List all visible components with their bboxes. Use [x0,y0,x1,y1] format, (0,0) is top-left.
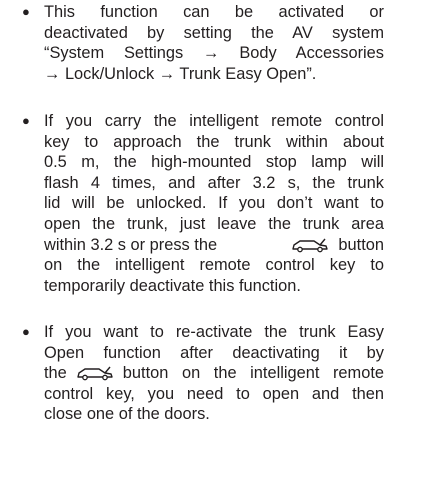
text-line: close one of the doors. [44,405,210,424]
text-line: lid will be unlocked. If you don’t want … [44,194,384,213]
text-segment: button on the intelligent remote [122,364,384,383]
bullet-item-reactivate: ● If you want to re-activate the trunk E… [22,322,384,425]
text-line: flash 4 times, and after 3.2 s, the trun… [44,173,384,192]
text-line: If you carry the intelligent remote cont… [44,112,384,130]
text-line: Open function after deactivating it by [44,343,384,362]
text-line: → Lock/Unlock → Trunk Easy Open”. [44,64,317,83]
bullet-item-approach-unlock: ● If you carry the intelligent remote co… [22,111,384,296]
text-line: temporarily deactivate this function. [44,276,301,295]
text-segment: the [44,364,67,383]
text-segment: button [338,235,384,254]
text-line: 0.5 m, the high-mounted stop lamp will [44,153,384,172]
text-line-with-icon: the button on the intelligent remote [44,363,384,384]
car-trunk-icon [77,367,113,381]
manual-page: ● This function can be activated or deac… [0,0,426,491]
text-line: deactivated by setting the AV system [44,23,384,42]
text-line: control key, you need to open and then [44,384,384,403]
bullet-dot: ● [22,4,30,19]
text-line: If you want to re-activate the trunk Eas… [44,323,384,341]
bullet-dot: ● [22,324,30,339]
text-segment: within 3.2 s or press the [44,235,218,254]
bullet-item-av-settings: ● This function can be activated or deac… [22,2,384,84]
car-trunk-icon [292,238,329,253]
text-line-with-icon: within 3.2 s or press the button [44,235,384,256]
text-line: open the trunk, just leave the trunk are… [44,214,384,233]
text-line: This function can be activated or [44,3,384,21]
text-line: key to approach the trunk within about [44,132,384,151]
icon-with-label: button [288,235,384,256]
text-line: “System Settings → Body Accessories [44,44,384,63]
bullet-dot: ● [22,113,30,128]
text-line: on the intelligent remote control key to [44,256,384,275]
